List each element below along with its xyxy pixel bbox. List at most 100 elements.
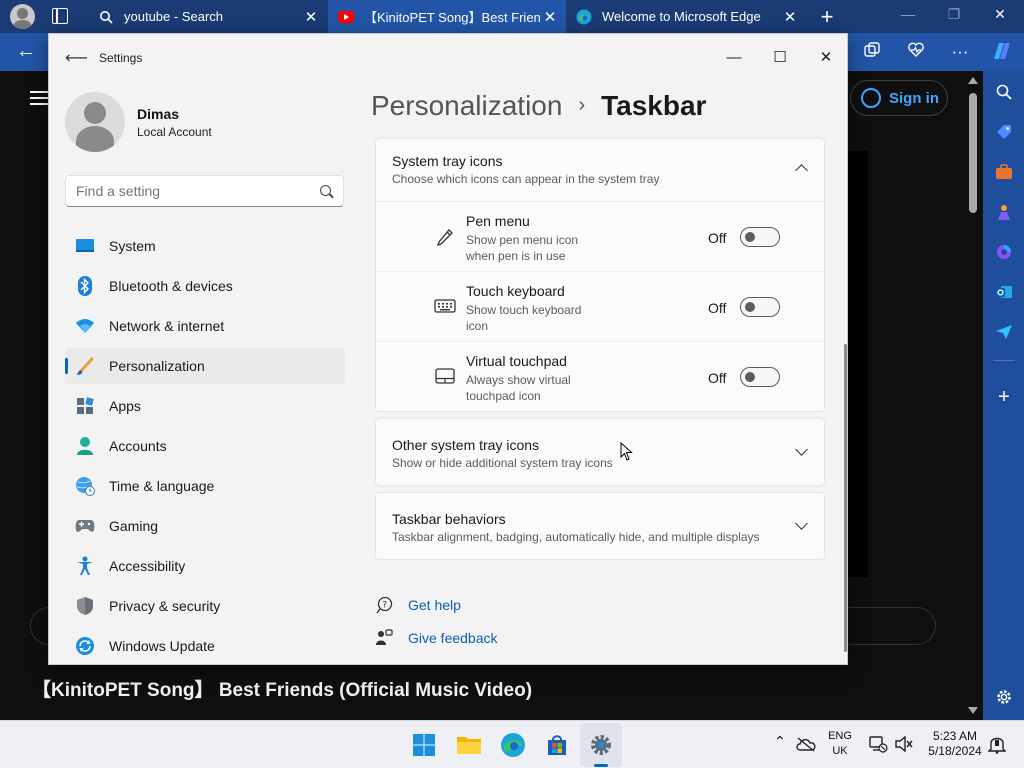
help-links: ? Get help Give feedback [375,588,498,654]
system-tray-icons-card: System tray icons Choose which icons can… [375,138,825,412]
outlook-icon[interactable] [993,281,1015,303]
setting-title: Pen menu [466,213,530,229]
get-help-link[interactable]: ? Get help [375,588,498,621]
nav-item-gaming[interactable]: Gaming [65,508,345,544]
windows-start-icon[interactable] [410,731,438,759]
browser-essentials-icon[interactable] [905,41,927,63]
send-icon[interactable] [993,321,1015,343]
other-system-tray-icons-card[interactable]: Other system tray icons Show or hide add… [375,418,825,486]
taskbar-behaviors-header[interactable]: Taskbar behaviors Taskbar alignment, bad… [376,493,824,561]
chevron-down-icon[interactable] [795,443,808,456]
nav-item-time-language[interactable]: Time & language [65,468,345,504]
tab-youtube-search[interactable]: youtube - Search ✕ [88,0,327,33]
toggle-knob [745,302,755,312]
back-arrow-icon[interactable]: ← [16,40,36,63]
close-icon[interactable]: ✕ [803,42,849,74]
search-input[interactable] [76,183,306,199]
other-tray-header[interactable]: Other system tray icons Show or hide add… [376,419,824,487]
tools-briefcase-icon[interactable] [993,161,1015,183]
account-type: Local Account [137,125,212,139]
pen-menu-toggle[interactable] [740,227,780,247]
virtual-touchpad-row: Virtual touchpad Always show virtual tou… [376,341,824,411]
scroll-thumb[interactable] [969,93,977,213]
time: 5:23 AM [932,729,978,743]
notification-bell-icon[interactable] [986,733,1008,755]
page-title: Taskbar [601,90,707,121]
chevron-up-icon[interactable] [795,164,808,177]
close-tab-icon[interactable]: ✕ [301,8,321,26]
globe-clock-icon [75,476,95,496]
chevron-up-icon[interactable]: ⌃ [774,734,786,749]
taskbar-behaviors-card[interactable]: Taskbar behaviors Taskbar alignment, bad… [375,492,825,560]
nav-item-apps[interactable]: Apps [65,388,345,424]
settings-scrollbar[interactable] [844,344,847,652]
new-tab-button[interactable]: + [816,4,838,30]
scroll-up-icon[interactable] [968,77,978,84]
virtual-touchpad-toggle[interactable] [740,367,780,387]
more-options-icon[interactable]: ··· [949,41,971,63]
nav-item-system[interactable]: System [65,228,345,264]
clock[interactable]: 5:23 AM 5/18/2024 [922,729,988,759]
nav-item-privacy[interactable]: Privacy & security [65,588,345,624]
add-icon[interactable]: + [993,386,1015,408]
nav-item-windows-update[interactable]: Windows Update [65,628,345,664]
microsoft-365-icon[interactable] [993,241,1015,263]
file-explorer-icon[interactable] [455,731,483,759]
onedrive-icon[interactable] [794,733,818,755]
games-icon[interactable] [993,201,1015,223]
settings-gear-icon[interactable] [587,731,615,759]
region-code: UK [832,745,848,757]
gear-icon[interactable] [993,686,1015,708]
avatar [65,92,125,152]
gamepad-icon [75,516,95,536]
tab-actions-icon[interactable] [52,8,68,24]
touch-keyboard-toggle[interactable] [740,297,780,317]
back-arrow-icon[interactable]: ⟵ [65,48,88,68]
maximize-icon[interactable]: ❐ [944,6,964,23]
tab-edge-welcome[interactable]: Welcome to Microsoft Edge ✕ [566,0,806,33]
minimize-icon[interactable]: — [711,42,757,74]
nav-item-accessibility[interactable]: Accessibility [65,548,345,584]
shopping-tag-icon[interactable] [993,121,1015,143]
volume-muted-icon[interactable] [892,733,916,755]
profile-avatar-icon[interactable] [10,4,35,29]
system-tray-icons-header[interactable]: System tray icons Choose which icons can… [376,139,824,201]
microsoft-store-icon[interactable] [543,731,571,759]
page-scrollbar[interactable] [963,71,983,720]
tab-youtube-video[interactable]: 【KinitoPET Song】Best Friends (C ✕ [328,0,566,33]
scroll-down-icon[interactable] [968,707,978,714]
minimize-icon[interactable]: — [898,6,918,22]
menu-icon[interactable] [30,91,48,109]
network-disconnected-icon[interactable] [866,733,890,755]
close-window-icon[interactable]: ✕ [990,6,1010,23]
nav-label: Time & language [109,478,215,494]
settings-window: ⟵ Settings — ☐ ✕ Dimas Local Account Sys… [48,33,848,665]
close-tab-icon[interactable]: ✕ [780,8,800,26]
nav-item-accounts[interactable]: Accounts [65,428,345,464]
card-title: Taskbar behaviors [392,511,506,527]
active-indicator [594,764,608,767]
breadcrumb-parent[interactable]: Personalization [371,90,562,121]
search-icon[interactable] [993,81,1015,103]
nav-label: Accessibility [109,558,186,574]
copilot-icon[interactable] [990,41,1012,63]
youtube-icon [338,9,354,25]
language-indicator[interactable]: ENG UK [825,729,855,759]
tab-title: youtube - Search [124,9,224,24]
close-tab-icon[interactable]: ✕ [540,8,560,26]
nav-item-bluetooth[interactable]: Bluetooth & devices [65,268,345,304]
maximize-icon[interactable]: ☐ [757,42,803,74]
collections-icon[interactable] [861,41,883,63]
nav-item-personalization[interactable]: Personalization [65,348,345,384]
settings-search-box[interactable] [65,175,344,207]
chevron-down-icon[interactable] [795,517,808,530]
setting-description: Always show virtual touchpad icon [466,373,571,403]
edge-icon[interactable] [499,731,527,759]
setting-description: Show touch keyboard icon [466,303,582,333]
video-title: 【KinitoPET Song】 Best Friends (Official … [32,680,533,701]
give-feedback-link[interactable]: Give feedback [375,621,498,654]
nav-item-network[interactable]: Network & internet [65,308,345,344]
nav-label: Accounts [109,438,167,454]
sign-in-button[interactable]: Sign in [850,80,948,116]
video-player[interactable] [848,151,868,577]
